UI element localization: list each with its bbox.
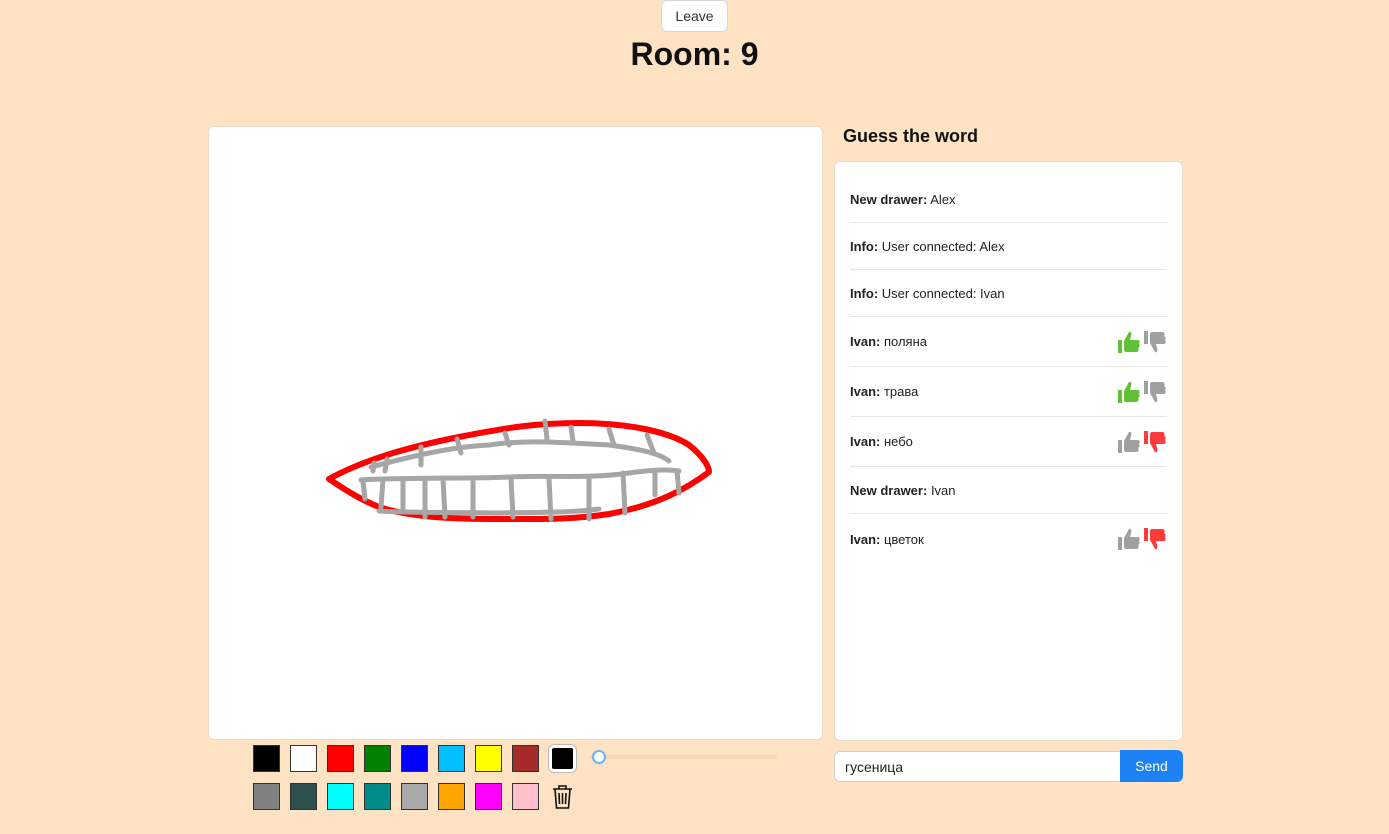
message-author: New drawer: — [850, 482, 928, 498]
message-author: New drawer: — [850, 191, 928, 207]
vote-buttons — [1117, 379, 1167, 405]
color-swatch-red[interactable] — [327, 745, 354, 772]
color-swatch-darkcyan[interactable] — [364, 783, 391, 810]
message-text: трава — [883, 384, 919, 399]
thumbs-down-icon[interactable] — [1143, 379, 1167, 405]
room-title: Room: 9 — [630, 36, 759, 72]
chat-message: Ivan: трава — [850, 367, 1167, 417]
vote-buttons — [1117, 526, 1167, 552]
vote-buttons — [1117, 329, 1167, 355]
color-swatch-magenta[interactable] — [475, 783, 502, 810]
message-text: поляна — [883, 334, 927, 349]
canvas-drawing — [326, 418, 712, 523]
color-swatch-darkslategray[interactable] — [290, 783, 317, 810]
slider-thumb[interactable] — [592, 750, 606, 764]
vote-buttons — [1117, 429, 1167, 455]
leave-button[interactable]: Leave — [661, 0, 728, 32]
message-text: цветок — [883, 531, 924, 547]
message-text: небо — [883, 434, 913, 449]
color-swatch-blue[interactable] — [401, 745, 428, 772]
brush-size-slider[interactable] — [590, 750, 777, 764]
chat-message: Info: User connected: Alex — [850, 223, 1167, 270]
chat-message: Ivan: цветок — [850, 514, 1167, 564]
chat-message: New drawer: Alex — [850, 176, 1167, 223]
color-swatch-black[interactable] — [253, 745, 280, 772]
thumbs-up-icon[interactable] — [1117, 379, 1141, 405]
thumbs-down-icon[interactable] — [1143, 329, 1167, 355]
trash-icon[interactable] — [549, 783, 576, 810]
color-swatch-brown[interactable] — [512, 745, 539, 772]
gray-teeth-stroke — [358, 418, 682, 522]
color-swatch-green[interactable] — [364, 745, 391, 772]
message-text: User connected: Ivan — [881, 285, 1005, 301]
thumbs-up-icon[interactable] — [1117, 429, 1141, 455]
chat-message: Ivan: поляна — [850, 317, 1167, 367]
color-swatch-darkgray[interactable] — [401, 783, 428, 810]
chat-message: Ivan: небо — [850, 417, 1167, 467]
thumbs-down-icon[interactable] — [1143, 429, 1167, 455]
thumbs-up-icon[interactable] — [1117, 526, 1141, 552]
color-swatch-pink[interactable] — [512, 783, 539, 810]
message-text: Ivan — [930, 482, 956, 498]
message-text: User connected: Alex — [881, 238, 1005, 254]
send-button[interactable]: Send — [1120, 750, 1183, 782]
message-text: Alex — [930, 191, 956, 207]
selected-color-indicator[interactable] — [549, 745, 576, 772]
thumbs-down-icon[interactable] — [1143, 526, 1167, 552]
chat-message: New drawer: Ivan — [850, 467, 1167, 514]
color-swatch-orange[interactable] — [438, 783, 465, 810]
message-author: Ivan: — [850, 384, 881, 399]
color-swatch-yellow[interactable] — [475, 745, 502, 772]
drawing-canvas[interactable] — [208, 126, 823, 740]
message-author: Info: — [850, 238, 879, 254]
color-swatch-cyan[interactable] — [327, 783, 354, 810]
chat-message: Info: User connected: Ivan — [850, 270, 1167, 317]
message-author: Ivan: — [850, 531, 881, 547]
thumbs-up-icon[interactable] — [1117, 329, 1141, 355]
chat-panel: New drawer: Alex Info: User connected: A… — [834, 161, 1183, 741]
color-swatch-white[interactable] — [290, 745, 317, 772]
color-swatch-deepskyblue[interactable] — [438, 745, 465, 772]
chat-heading: Guess the word — [843, 126, 979, 146]
color-swatch-gray[interactable] — [253, 783, 280, 810]
message-author: Ivan: — [850, 434, 881, 449]
message-author: Info: — [850, 285, 879, 301]
message-author: Ivan: — [850, 334, 881, 349]
guess-input[interactable] — [834, 751, 1121, 782]
slider-track — [590, 755, 777, 759]
